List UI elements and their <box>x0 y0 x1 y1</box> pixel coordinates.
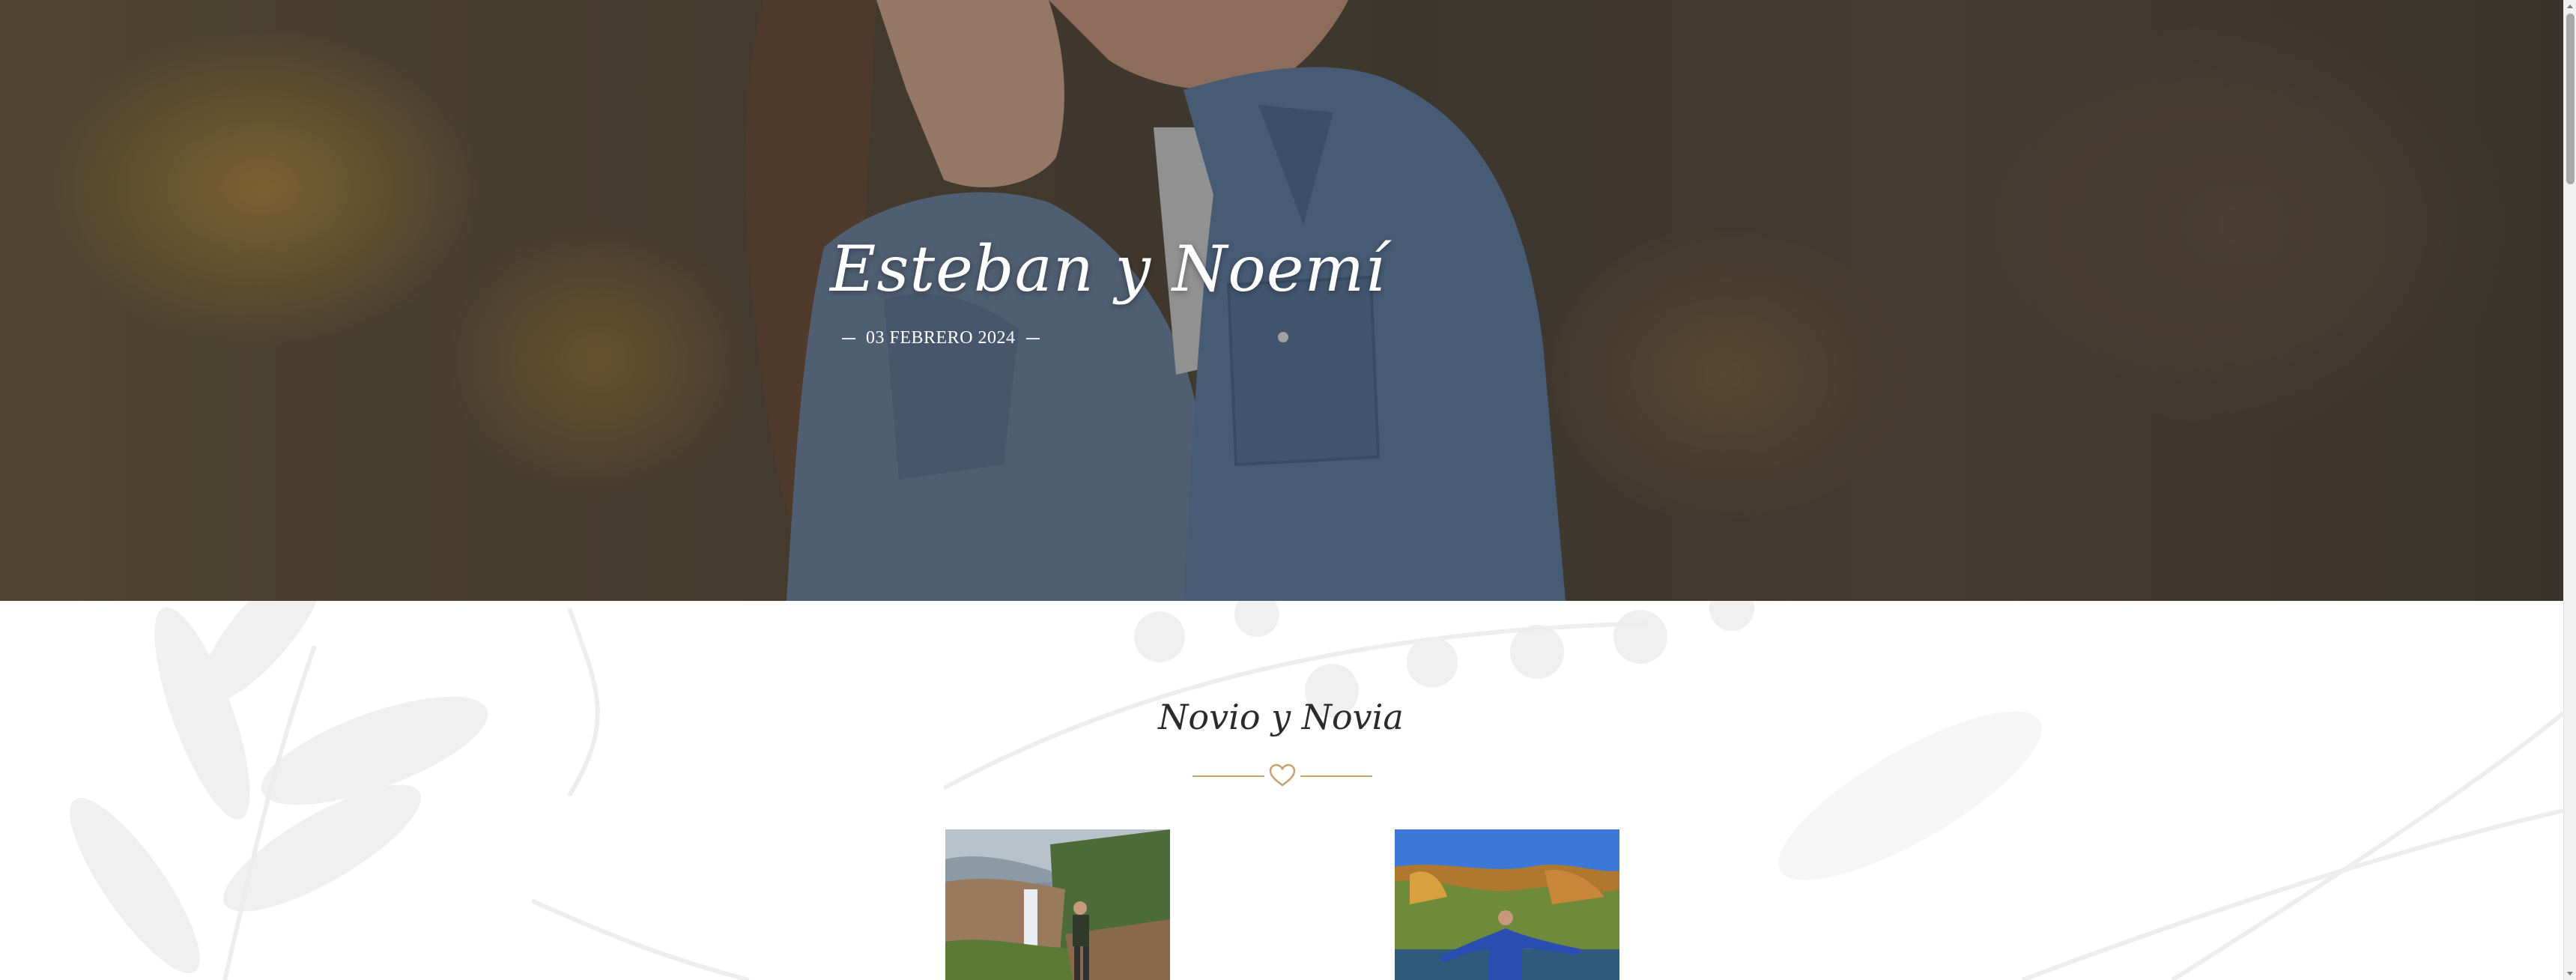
couple-names-title: Esteban y Noemí <box>830 232 1387 306</box>
wedding-date-text: 03 FEBRERO 2024 <box>866 328 1016 348</box>
bride-photo <box>1395 829 1619 980</box>
groom-photo <box>945 829 1170 980</box>
scroll-down-arrow-icon[interactable] <box>2567 972 2573 976</box>
section-title: Novio y Novia <box>1158 697 1404 737</box>
scroll-up-arrow-icon[interactable] <box>2567 4 2573 8</box>
date-dash-right <box>1025 337 1040 339</box>
section-divider <box>1192 763 1372 787</box>
wedding-date: 03 FEBRERO 2024 <box>831 328 1050 348</box>
wedding-page: Esteban y Noemí 03 FEBRERO 2024 Novio y … <box>0 0 2576 980</box>
vertical-scrollbar[interactable] <box>2563 0 2576 980</box>
scrollbar-thumb[interactable] <box>2566 13 2575 184</box>
hero-banner: Esteban y Noemí 03 FEBRERO 2024 <box>0 0 2563 601</box>
heart-icon <box>1269 763 1296 787</box>
date-dash-left <box>842 337 855 339</box>
